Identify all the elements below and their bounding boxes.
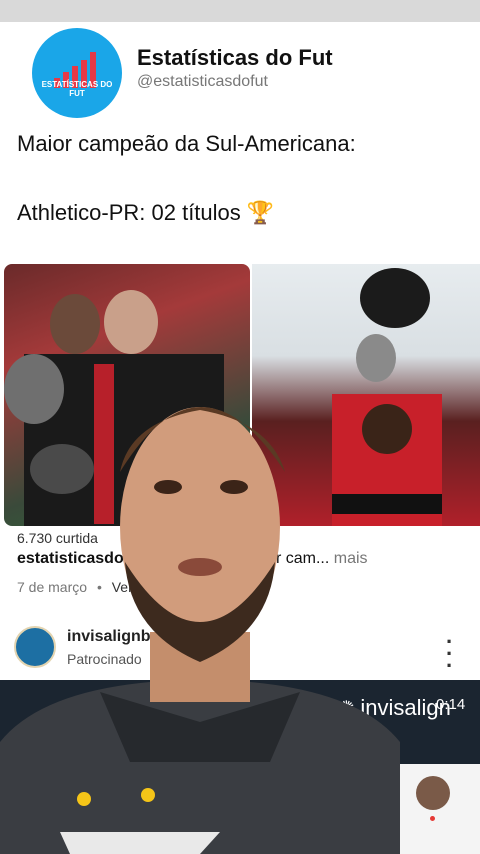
post-line-2: Athletico-PR: 02 títulos 🏆 [17,200,274,226]
more-options-icon[interactable]: · · · [446,631,453,677]
pip-avatar[interactable] [416,776,450,810]
presenter-video-overlay [0,407,400,854]
status-bar [0,0,480,22]
video-timer: 0:14 [436,696,466,713]
profile-avatar[interactable]: ESTATÍSTICAS DO FUT [32,28,122,118]
trophy-icon: 🏆 [246,200,275,225]
post-line-2-text: Athletico-PR: 02 títulos [17,200,241,225]
avatar-logo-text: ESTATÍSTICAS DO FUT [41,80,113,98]
post-line-1: Maior campeão da Sul-Americana: [17,131,356,156]
live-dot-icon [430,816,435,821]
profile-handle[interactable]: @estatisticasdofut [137,73,268,91]
profile-name[interactable]: Estatísticas do Fut [137,45,333,71]
